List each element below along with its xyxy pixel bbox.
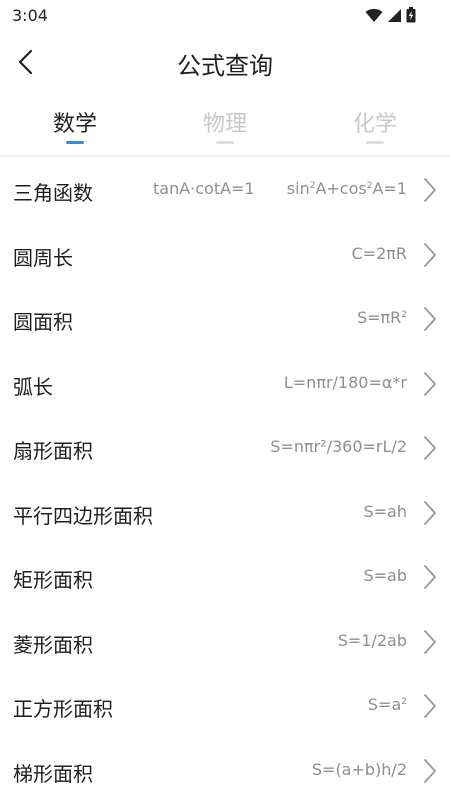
page-title: 公式查询 [177,52,273,80]
formula-part: S=πR [356,308,402,327]
chevron-right-icon [424,307,436,331]
chevron-right-icon [424,371,436,396]
formula-part: A+cos [315,179,367,198]
cellular-signal-icon [388,8,401,22]
chevron-right-icon [424,629,436,654]
list-item-trig[interactable]: 三角函数 tanA·cotA=1 sin2A+cos2A=1 [0,157,450,222]
formula-name: 圆面积 [13,310,73,334]
formula-part: A=1 [372,179,407,198]
tab-label: 化学 [352,112,397,137]
formula-value: S=ab [363,566,407,585]
tab-chemistry[interactable]: 化学 [300,96,450,154]
formula-value: C=2πR [351,243,407,263]
wifi-icon [365,8,383,22]
list-item-arc-length[interactable]: 弧长 L=nπr/180=α*r [0,351,450,416]
list-item-circle-circumference[interactable]: 圆周长 C=2πR [0,222,450,287]
formula-name: 正方形面积 [13,697,113,721]
formula-name: 圆周长 [13,245,73,270]
formula-part: sin [286,179,310,198]
status-icons [365,7,416,23]
tab-indicator [366,141,384,144]
battery-icon [406,7,416,23]
formula-list: 三角函数 tanA·cotA=1 sin2A+cos2A=1 圆周长 C=2πR… [0,157,450,800]
nav-bar: 公式查询 [0,32,450,92]
formula-name: 平行四边形面积 [13,503,153,528]
category-tabs: 数学 物理 化学 [0,96,450,154]
formula-name: 矩形面积 [13,568,93,592]
chevron-right-icon [424,178,436,202]
list-item-square-area[interactable]: 正方形面积 S=a2 [0,673,450,738]
formula-part: S=a [367,695,402,714]
chevron-right-icon [424,436,436,460]
formula-name: 扇形面积 [13,439,93,463]
formula-value: S=1/2ab [337,630,407,650]
formula-superscript: 2 [401,310,407,320]
list-item-parallelogram-area[interactable]: 平行四边形面积 S=ah [0,480,450,545]
formula-value: S=(a+b)h/2 [311,759,407,779]
chevron-right-icon [424,242,436,267]
formula-name: 梯形面积 [13,761,93,786]
tab-physics[interactable]: 物理 [150,96,300,154]
chevron-right-icon [424,694,436,718]
list-item-rectangle-area[interactable]: 矩形面积 S=ab [0,544,450,609]
formula-value: L=nπr/180=α*r [283,372,407,392]
tab-math[interactable]: 数学 [0,96,150,154]
tab-label: 物理 [202,112,247,137]
formula-value-extra: tanA·cotA=1 [153,179,255,198]
formula-superscript: 2 [401,697,407,707]
list-item-sector-area[interactable]: 扇形面积 S=nπr²/360=rL/2 [0,415,450,480]
list-item-trapezoid-area[interactable]: 梯形面积 S=(a+b)h/2 [0,738,450,800]
formula-value: S=a2 [368,695,407,714]
formula-value: S=πR2 [357,308,407,327]
formula-name: 三角函数 [13,181,93,205]
list-item-rhombus-area[interactable]: 菱形面积 S=1/2ab [0,609,450,674]
formula-name: 菱形面积 [13,632,93,657]
formula-value: sin2A+cos2A=1 [287,179,407,198]
status-bar: 3:04 [0,0,450,32]
formula-name: 弧长 [13,374,53,399]
list-item-circle-area[interactable]: 圆面积 S=πR2 [0,286,450,351]
chevron-right-icon [424,565,436,589]
tab-indicator [216,141,234,144]
formula-value: S=ah [363,501,407,521]
formula-value: S=nπr²/360=rL/2 [270,437,407,456]
tab-label: 数学 [52,112,97,137]
tab-indicator [66,141,84,144]
chevron-right-icon [424,758,436,783]
chevron-right-icon [424,500,436,525]
status-time: 3:04 [12,6,48,25]
